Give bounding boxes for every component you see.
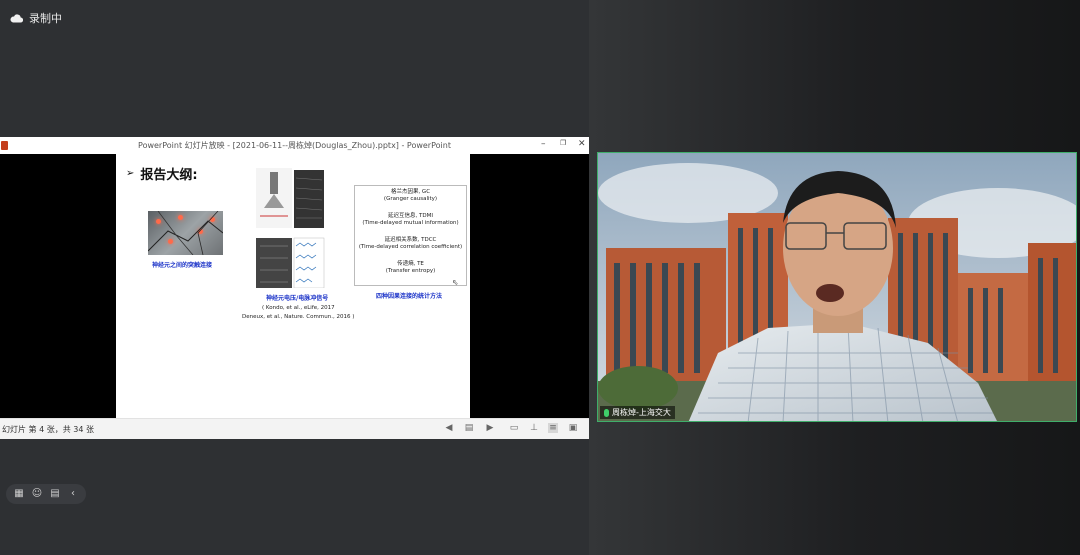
slideshow-view-icon[interactable]: ≡ xyxy=(548,423,558,433)
reference-line-1: ( Kondo, et al., eLife, 2017 xyxy=(262,305,335,311)
meeting-toolbar: ▦ ☺ ▤ ‹ xyxy=(6,484,86,504)
current-slide[interactable]: ➢ 报告大纲: 神经元之间的突触连接 神经元电压/电脉冲信号 (Kondo, … xyxy=(116,154,470,418)
bullet-arrow-icon: ➢ xyxy=(126,168,135,179)
mic-icon xyxy=(604,408,609,417)
method-gc-desc: (Granger causality) xyxy=(383,196,438,202)
slide-counter: 幻灯片 第 4 张，共 34 张 xyxy=(2,425,94,434)
slide-sorter-icon[interactable]: ▤ xyxy=(464,423,474,433)
method-te: 传递熵, TE xyxy=(397,261,424,267)
chat-icon[interactable]: ▤ xyxy=(48,487,62,501)
method-te-desc: (Transfer entropy) xyxy=(385,268,436,274)
synapse-image xyxy=(148,211,223,255)
chevron-left-icon[interactable]: ‹ xyxy=(66,487,80,501)
normal-view-icon[interactable]: ▭ xyxy=(509,423,519,433)
method-gc: 格兰杰因果, GC xyxy=(390,189,431,195)
method-tdcc-desc: (Time-delayed correlation coefficient) xyxy=(358,244,463,250)
ppt-titlebar: PowerPoint 幻灯片放映 - [2021-06-11--周栋焯(Doug… xyxy=(0,137,589,155)
recording-label: 录制中 xyxy=(29,12,62,25)
method-tdmi-desc: (Time-delayed mutual information) xyxy=(362,220,459,226)
reference-line-2: Deneux, et al., Nature. Commun., 2016 ) xyxy=(242,314,355,320)
synapse-caption: 神经元之间的突触连接 xyxy=(152,262,213,269)
powerpoint-window: PowerPoint 幻灯片放映 - [2021-06-11--周栋焯(Doug… xyxy=(0,137,589,439)
grid-icon[interactable]: ▦ xyxy=(12,487,26,501)
slide-show-area: ➢ 报告大纲: 神经元之间的突触连接 神经元电压/电脉冲信号 (Kondo, … xyxy=(0,154,589,418)
signals-caption: 神经元电压/电脉冲信号 xyxy=(266,295,329,302)
participant-video[interactable]: 周栋焯-上海交大 xyxy=(597,152,1077,422)
slide-heading-text: 报告大纲: xyxy=(140,168,198,183)
close-button[interactable]: ✕ xyxy=(578,139,586,149)
method-tdmi: 延迟互信息, TDMI xyxy=(388,213,433,219)
slide-heading: ➢ 报告大纲: xyxy=(126,164,198,183)
participant-name-tag: 周栋焯-上海交大 xyxy=(600,406,675,419)
ppt-window-title: PowerPoint 幻灯片放映 - [2021-06-11--周栋焯(Doug… xyxy=(138,141,451,150)
methods-caption: 四种因果连接的统计方法 xyxy=(376,293,443,300)
cloud-icon xyxy=(10,13,23,23)
emoji-icon[interactable]: ☺ xyxy=(30,487,44,501)
methods-box: 格兰杰因果, GC (Granger causality) 延迟互信息, TDM… xyxy=(354,185,467,286)
video-feed-image xyxy=(598,153,1076,421)
restore-button[interactable]: ❐ xyxy=(560,139,566,147)
next-slide-icon[interactable]: ▶ xyxy=(485,423,495,433)
participant-name: 周栋焯-上海交大 xyxy=(612,408,671,417)
minimize-button[interactable]: – xyxy=(541,139,546,149)
presenter-view-icon[interactable]: ▣ xyxy=(568,423,578,433)
recording-indicator[interactable]: 录制中 xyxy=(10,10,62,26)
previous-slide-icon[interactable]: ◀ xyxy=(444,423,454,433)
reading-view-icon[interactable]: ⊥ xyxy=(529,423,539,433)
method-tdcc: 延迟相关系数, TDCC xyxy=(384,237,437,243)
neuron-signal-figure xyxy=(256,168,328,289)
mouse-pointer-icon: ⇖ xyxy=(452,278,459,287)
ppt-status-bar: 幻灯片 第 4 张，共 34 张 ◀ ▤ ▶ ▭ ⊥ ≡ ▣ xyxy=(0,418,589,439)
